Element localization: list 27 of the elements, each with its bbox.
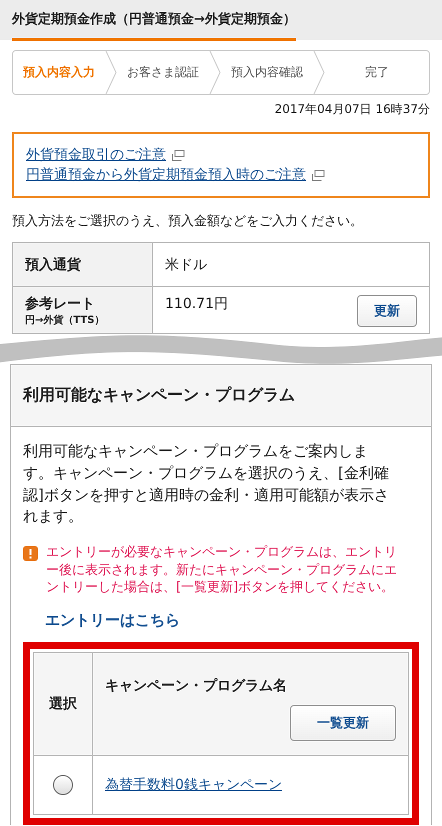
- step-label: 完了: [364, 66, 390, 80]
- page-title: 外貨定期預金作成（円普通預金→外貨定期預金）: [12, 10, 296, 41]
- row-label: 参考レート: [25, 295, 96, 313]
- section-title: 利用可能なキャンペーン・プログラム: [11, 365, 431, 427]
- row-value: 米ドル: [165, 256, 207, 274]
- new-window-icon: [172, 150, 185, 160]
- entry-link[interactable]: エントリーはこちら: [45, 610, 180, 630]
- timestamp: 2017年04月07日 16時37分: [274, 101, 430, 118]
- warning-icon: [23, 546, 38, 561]
- step-label: お客さま認証: [126, 66, 200, 80]
- warning-text: エントリーが必要なキャンペーン・プログラムは、エントリー後に表示されます。新たにキャンペーン・プログラムにエントリーした場合は、[一覧更新]ボタンを押してください。: [46, 544, 398, 597]
- column-header: 選択: [34, 652, 93, 755]
- column-header: キャンペーン・プログラム名: [105, 676, 288, 695]
- step-label: 預入内容確認: [230, 66, 304, 80]
- notice-link[interactable]: 円普通預金から外貨定期預金預入時のご注意: [26, 166, 416, 184]
- new-window-icon: [312, 170, 325, 180]
- campaign-link[interactable]: 為替手数料0銭キャンペーン: [105, 776, 396, 794]
- radio-button[interactable]: [53, 774, 73, 795]
- description-text: 利用可能なキャンペーン・プログラムをご案内します。キャンペーン・プログラムを選択のうえ、[金利確認]ボタンを押すと適用時の金利・適用可能額が表示されます。: [23, 441, 390, 528]
- instruction-text: 預入方法をご選択のうえ、預入金額などをご入力ください。: [12, 213, 364, 230]
- row-value: 110.71円: [165, 295, 228, 313]
- row-label: 預入通貨: [25, 256, 82, 274]
- update-button[interactable]: 更新: [357, 295, 417, 327]
- row-sublabel: 円→外貨（TTS）: [25, 314, 106, 327]
- notice-link[interactable]: 外貨預金取引のご注意: [26, 146, 416, 164]
- refresh-list-button[interactable]: 一覧更新: [290, 704, 396, 741]
- step-label: 預入内容入力: [22, 66, 96, 80]
